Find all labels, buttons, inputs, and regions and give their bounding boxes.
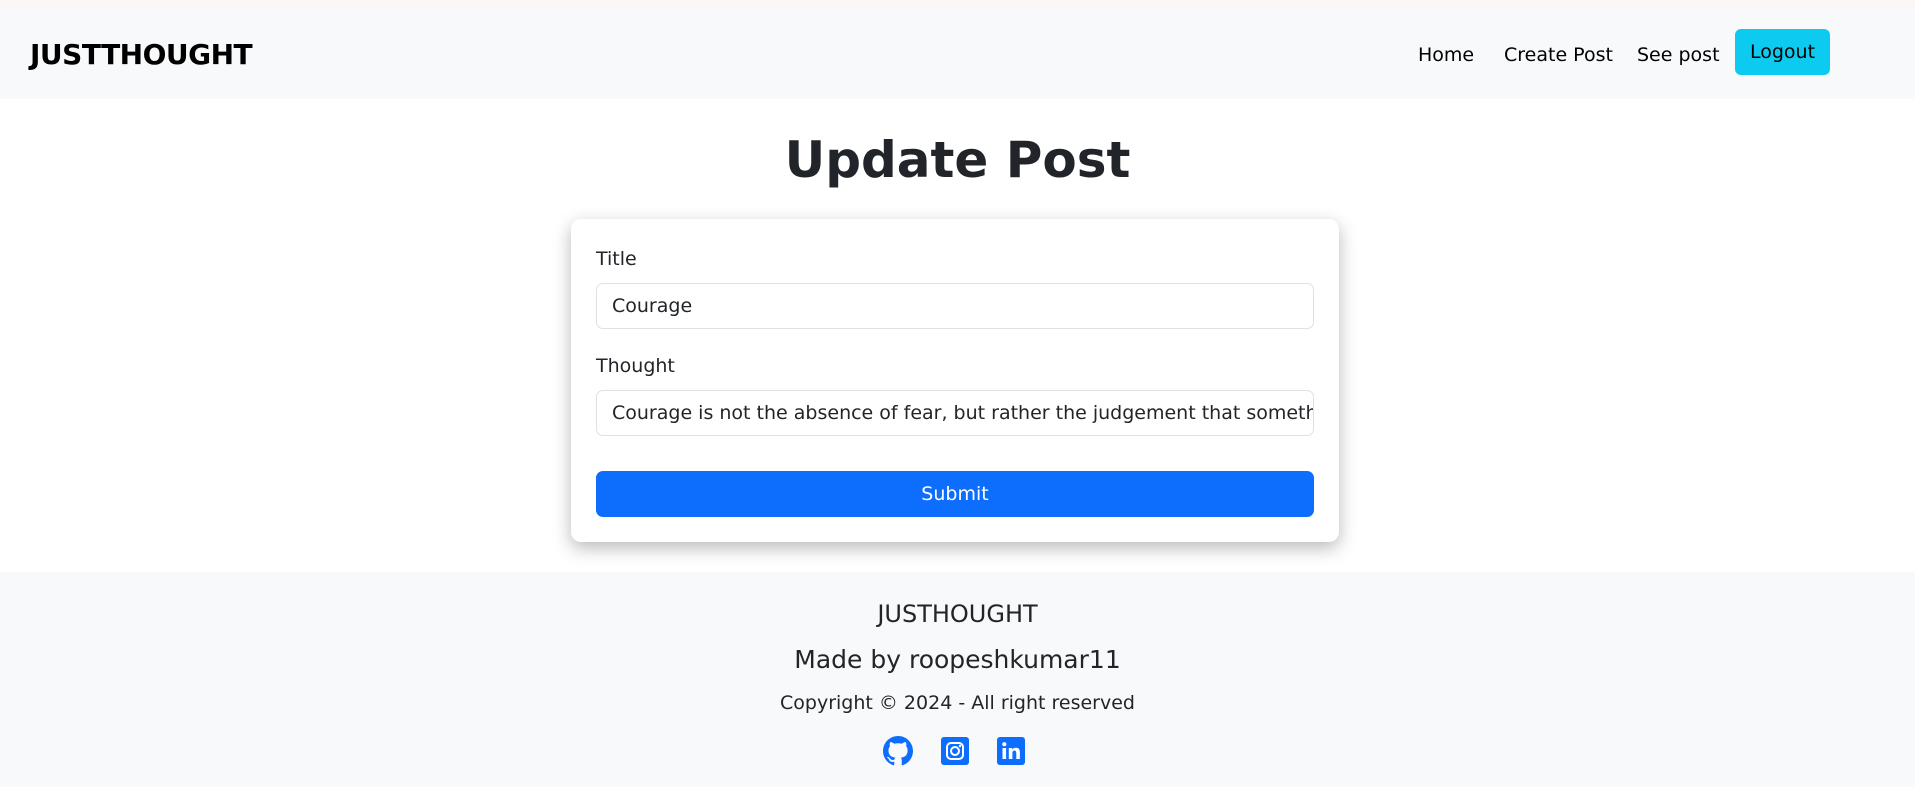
nav-link-home[interactable]: Home xyxy=(1418,41,1474,69)
thought-label: Thought xyxy=(596,355,675,377)
title-label: Title xyxy=(596,248,637,270)
submit-button[interactable]: Submit xyxy=(596,471,1314,517)
footer: JUSTHOUGHT Made by roopeshkumar11 Copyri… xyxy=(0,572,1915,787)
linkedin-icon[interactable] xyxy=(996,736,1026,766)
nav-link-create-post[interactable]: Create Post xyxy=(1504,41,1613,69)
update-post-form: Title Courage Thought Courage is not the… xyxy=(571,219,1339,542)
instagram-icon[interactable] xyxy=(940,736,970,766)
github-icon[interactable] xyxy=(883,736,913,766)
footer-brand: JUSTHOUGHT xyxy=(877,600,1038,628)
footer-copyright: Copyright © 2024 - All right reserved xyxy=(780,692,1135,714)
logout-button[interactable]: Logout xyxy=(1735,29,1830,75)
thought-input[interactable]: Courage is not the absence of fear, but … xyxy=(596,390,1314,436)
title-input[interactable]: Courage xyxy=(596,283,1314,329)
page-title: Update Post xyxy=(784,131,1131,189)
footer-made-by: Made by roopeshkumar11 xyxy=(794,645,1121,674)
navbar: JUSTTHOUGHT Home Create Post See post Lo… xyxy=(0,9,1915,99)
brand-logo[interactable]: JUSTTHOUGHT xyxy=(30,38,253,72)
top-strip xyxy=(0,0,1915,9)
nav-link-see-post[interactable]: See post xyxy=(1637,41,1720,69)
